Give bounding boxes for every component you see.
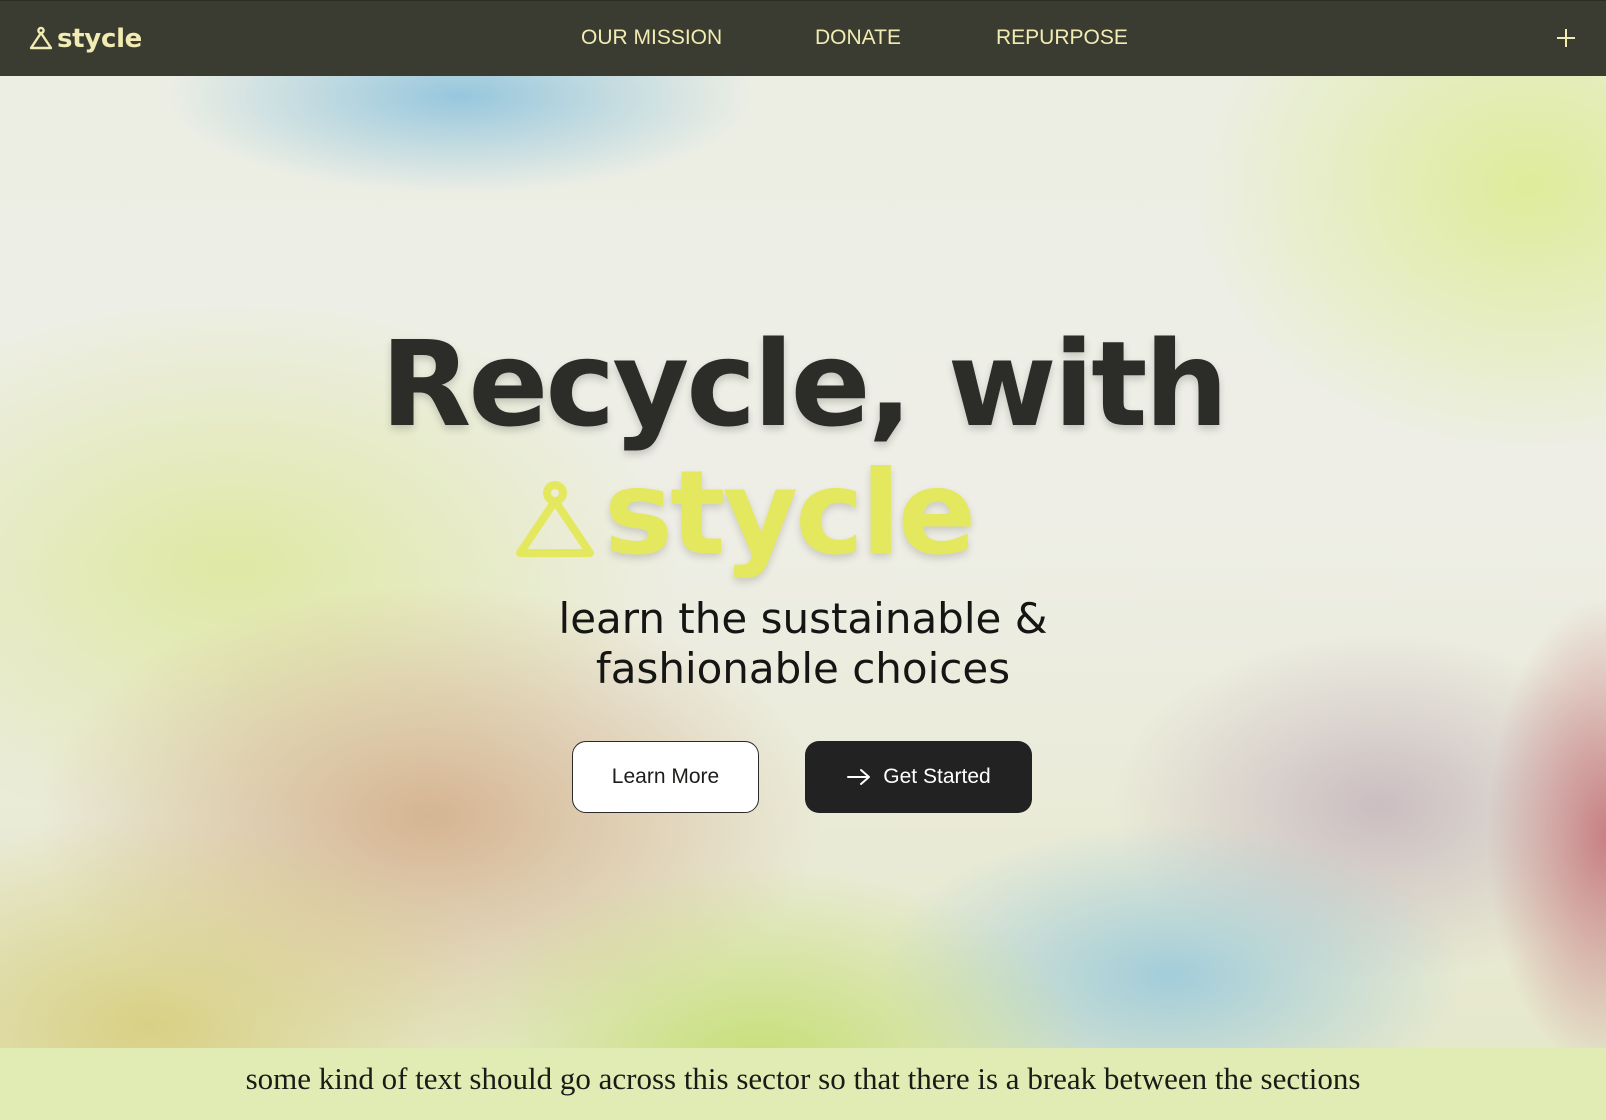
- hero-headline: Recycle, with: [380, 315, 1229, 453]
- section-break-banner: some kind of text should go across this …: [0, 1048, 1606, 1120]
- hero-brand: stycle: [512, 446, 976, 581]
- nav-link-donate[interactable]: DONATE: [815, 25, 901, 51]
- learn-more-button[interactable]: Learn More: [572, 741, 759, 813]
- banner-text: some kind of text should go across this …: [245, 1061, 1361, 1096]
- plus-icon[interactable]: [1554, 26, 1578, 50]
- hanger-icon: [516, 481, 594, 557]
- hero-subtitle-line-2: fashionable choices: [595, 644, 1011, 693]
- hero-section: Recycle, with stycle learn the sustainab…: [0, 76, 1606, 1048]
- main-nav: OUR MISSION DONATE REPURPOSE: [0, 1, 1606, 77]
- hero-subtitle-line-1: learn the sustainable &: [558, 594, 1048, 643]
- learn-more-label: Learn More: [611, 765, 720, 788]
- navbar: stycle OUR MISSION DONATE REPURPOSE: [0, 0, 1606, 76]
- hero-subtitle: learn the sustainable & fashionable choi…: [0, 594, 1606, 694]
- hero-brand-name: stycle: [604, 446, 976, 581]
- get-started-label: Get Started: [883, 765, 991, 788]
- get-started-button[interactable]: Get Started: [805, 741, 1032, 813]
- nav-link-repurpose[interactable]: REPURPOSE: [996, 25, 1128, 51]
- arrow-right-icon: [847, 769, 871, 785]
- nav-link-our-mission[interactable]: OUR MISSION: [581, 25, 722, 51]
